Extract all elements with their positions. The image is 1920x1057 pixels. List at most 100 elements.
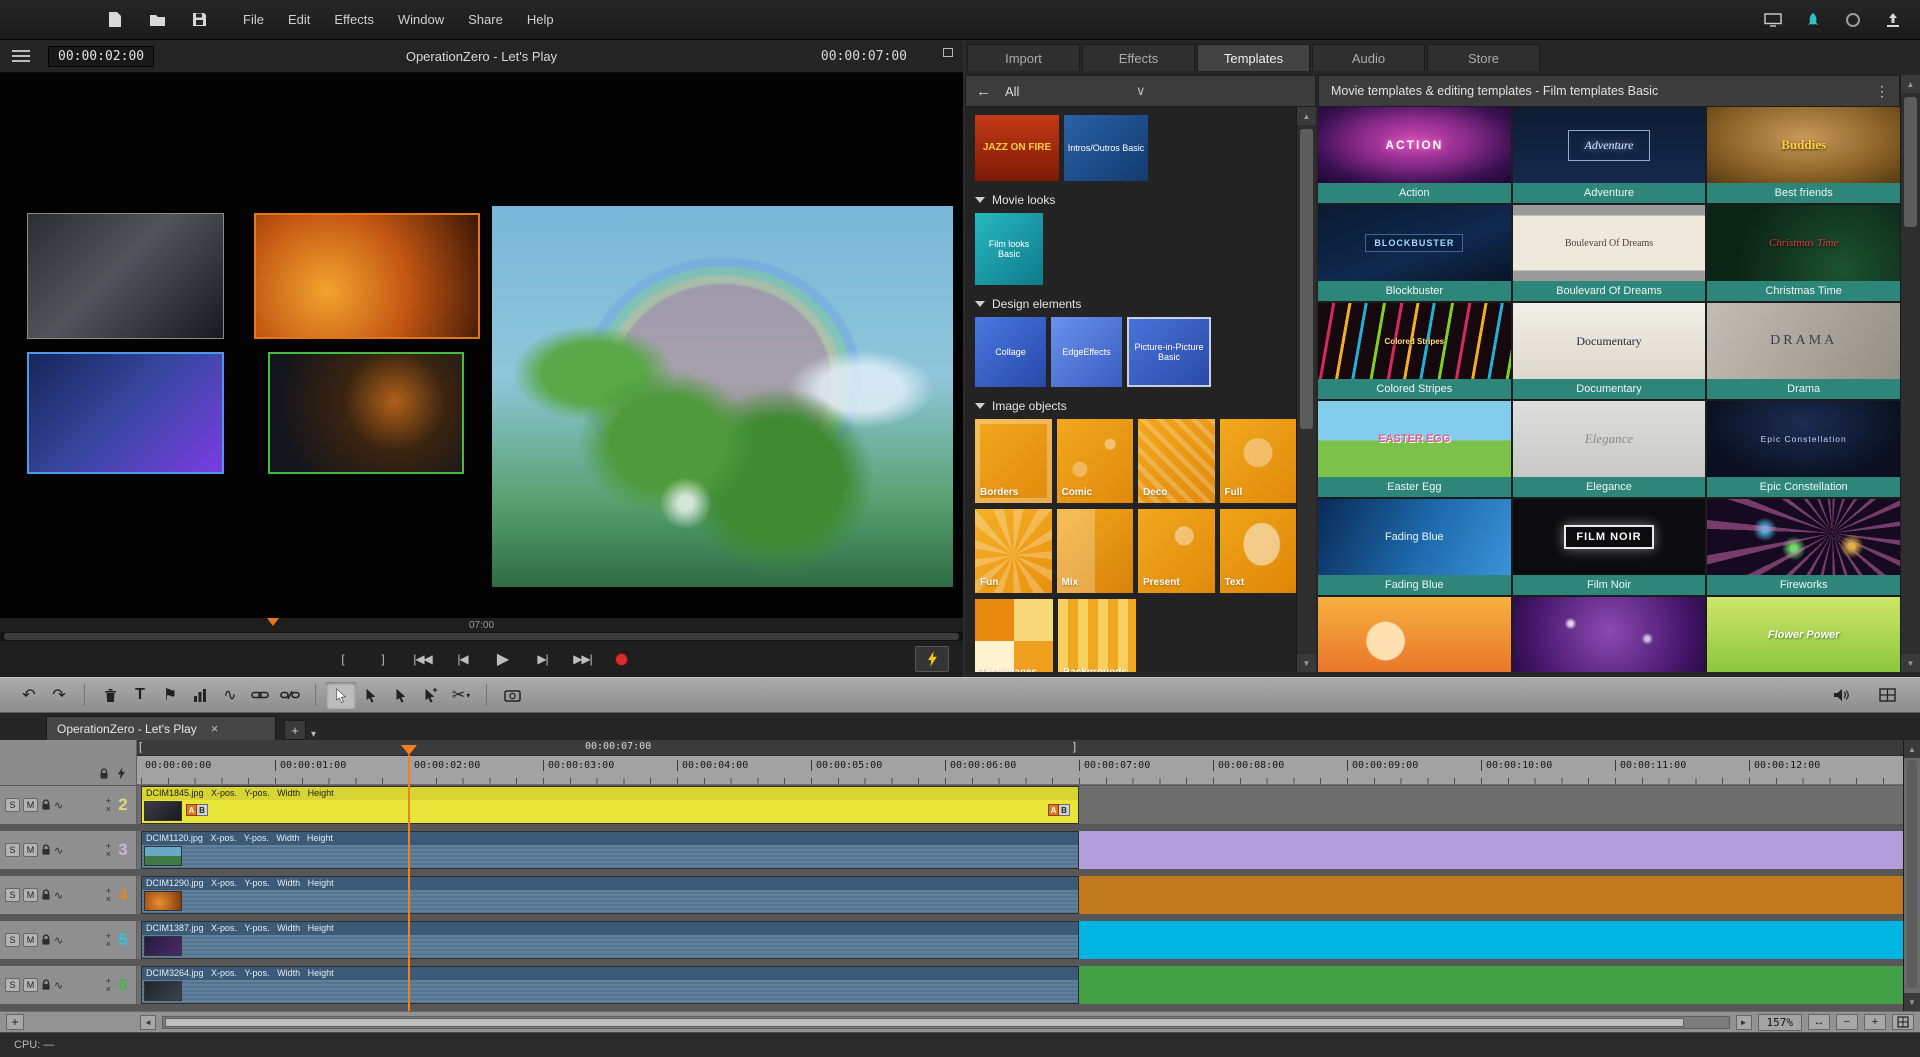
template-object-cyan[interactable] [1079,921,1920,959]
automation-curve-button[interactable]: ∿ [215,682,245,709]
category-tile-text[interactable]: Text [1220,509,1297,593]
add-track-button[interactable]: + [6,1014,24,1030]
track-remove-icon[interactable]: × [106,850,111,858]
undo-button[interactable]: ↶ [14,682,44,709]
solo-button[interactable]: S [5,888,20,902]
category-tile-deco[interactable]: Deco [1138,419,1215,503]
new-tab-button[interactable]: + [284,720,306,740]
mouse-mode-one-track-button[interactable] [386,682,416,709]
category-tile-comic[interactable]: Comic [1057,419,1134,503]
range-out-marker[interactable]: ] [1073,741,1076,753]
track-remove-icon[interactable]: × [106,985,111,993]
audio-levels-button[interactable] [185,682,215,709]
category-tile-jazz-on-fire[interactable]: JAZZ ON FIRE [975,115,1059,181]
snapshot-button[interactable] [497,682,527,709]
split-button[interactable]: ✂▾ [446,682,476,709]
browser-scrollbar[interactable]: ▲ ▼ [1296,107,1316,672]
mute-button[interactable]: M [23,843,38,857]
track-remove-icon[interactable]: × [106,940,111,948]
category-tile-intros-outros[interactable]: Intros/Outros Basic [1064,115,1148,181]
section-movie-looks[interactable]: Movie looks [975,187,1296,213]
template-item-fireworks[interactable]: Fireworks [1707,499,1900,595]
menu-edit[interactable]: Edit [277,6,321,33]
ungroup-button[interactable] [275,682,305,709]
category-tile-mix[interactable]: Mix [1057,509,1134,593]
step-back-button[interactable]: |◀ [449,648,477,670]
template-item-boulevard[interactable]: Boulevard Of DreamsBoulevard Of Dreams [1513,205,1706,301]
tab-effects[interactable]: Effects [1082,44,1195,71]
title-button[interactable]: T [125,682,155,709]
current-timecode[interactable]: 00:00:02:00 [48,46,154,67]
mute-button[interactable]: M [23,798,38,812]
zoom-fit-button[interactable]: ↔ [1808,1014,1830,1030]
solo-button[interactable]: S [5,798,20,812]
tab-close-icon[interactable]: × [211,721,219,736]
tab-templates[interactable]: Templates [1197,44,1310,71]
range-in-button[interactable]: [ [329,648,357,670]
zoom-in-button[interactable]: + [1864,1014,1886,1030]
mute-audio-button[interactable] [1826,682,1856,709]
track-remove-icon[interactable]: × [106,895,111,903]
templates-scrollbar[interactable]: ▲ ▼ [1900,75,1920,672]
upload-icon[interactable] [1882,9,1904,31]
skip-to-start-button[interactable]: |◀◀ [409,648,437,670]
preview-zoom-bar[interactable] [0,632,963,641]
clip-dcim3264[interactable]: DCIM3264.jpg X-pos. Y-pos. Width Height [141,966,1079,1004]
timeline-tab[interactable]: OperationZero - Let's Play × [46,716,276,740]
display-settings-icon[interactable] [1762,9,1784,31]
template-item-purple-sparkle[interactable] [1513,597,1706,672]
marker-button[interactable]: ⚑ [155,682,185,709]
track-remove-icon[interactable]: × [106,805,111,813]
tab-audio[interactable]: Audio [1312,44,1425,71]
menu-share[interactable]: Share [457,6,514,33]
transition-badge[interactable]: AB [1048,804,1070,816]
lock-icon[interactable] [41,844,51,856]
mute-button[interactable]: M [23,978,38,992]
grid-view-button[interactable] [1892,1014,1914,1030]
zoom-level[interactable]: 157% [1758,1014,1803,1031]
scroll-down-icon[interactable]: ▼ [1904,993,1920,1011]
timeline-vscrollbar[interactable]: ▲ ▼ [1903,740,1920,1011]
lock-icon[interactable] [41,889,51,901]
preview-thumbnail-4[interactable] [268,352,464,474]
scroll-up-icon[interactable]: ▲ [1901,75,1920,93]
template-item-cartoon[interactable] [1318,597,1511,672]
menu-window[interactable]: Window [387,6,455,33]
curve-icon[interactable]: ∿ [54,889,63,902]
template-item-flower-power[interactable]: Flower Power [1707,597,1900,672]
record-screen-icon[interactable] [1842,9,1864,31]
scroll-down-icon[interactable]: ▼ [1297,654,1316,672]
category-tile-fun[interactable]: Fun [975,509,1052,593]
timeline-hscrollbar[interactable] [162,1016,1730,1029]
record-button[interactable] [609,648,635,670]
category-tile-borders[interactable]: Borders [975,419,1052,503]
scrubber-playhead-marker[interactable] [267,618,279,626]
play-button[interactable]: ▶ [489,648,517,670]
curve-icon[interactable]: ∿ [54,934,63,947]
template-object-green[interactable] [1079,966,1920,1004]
skip-to-end-button[interactable]: ▶▶| [569,648,597,670]
range-in-marker[interactable]: [ [139,741,142,753]
solo-button[interactable]: S [5,978,20,992]
category-tile-film-looks[interactable]: Film looks Basic [975,213,1043,285]
tab-import[interactable]: Import [967,44,1080,71]
clip-dcim1845[interactable]: DCIM1845.jpg X-pos. Y-pos. Width Height … [141,786,1079,824]
category-tile-present[interactable]: Present [1138,509,1215,593]
lock-icon[interactable] [41,979,51,991]
back-icon[interactable]: ← [976,83,991,100]
template-object-purple[interactable] [1079,831,1920,869]
template-item-best-friends[interactable]: BuddiesBest friends [1707,107,1900,203]
tab-menu-icon[interactable]: ▾ [311,729,316,740]
track-lane[interactable]: DCIM1290.jpg X-pos. Y-pos. Width Height [137,876,1920,914]
lock-icon[interactable] [41,934,51,946]
template-item-adventure[interactable]: AdventureAdventure [1513,107,1706,203]
mouse-mode-all-tracks-button[interactable] [356,682,386,709]
category-tile-test-images[interactable]: Test images [975,599,1053,672]
lock-icon[interactable] [99,768,109,780]
hscrollbar-thumb[interactable] [165,1018,1684,1027]
mouse-mode-stretch-button[interactable] [416,682,446,709]
preview-menu-icon[interactable] [12,50,30,62]
curve-icon[interactable]: ∿ [54,844,63,857]
category-tile-collage[interactable]: Collage [975,317,1046,387]
curve-icon[interactable]: ∿ [54,979,63,992]
